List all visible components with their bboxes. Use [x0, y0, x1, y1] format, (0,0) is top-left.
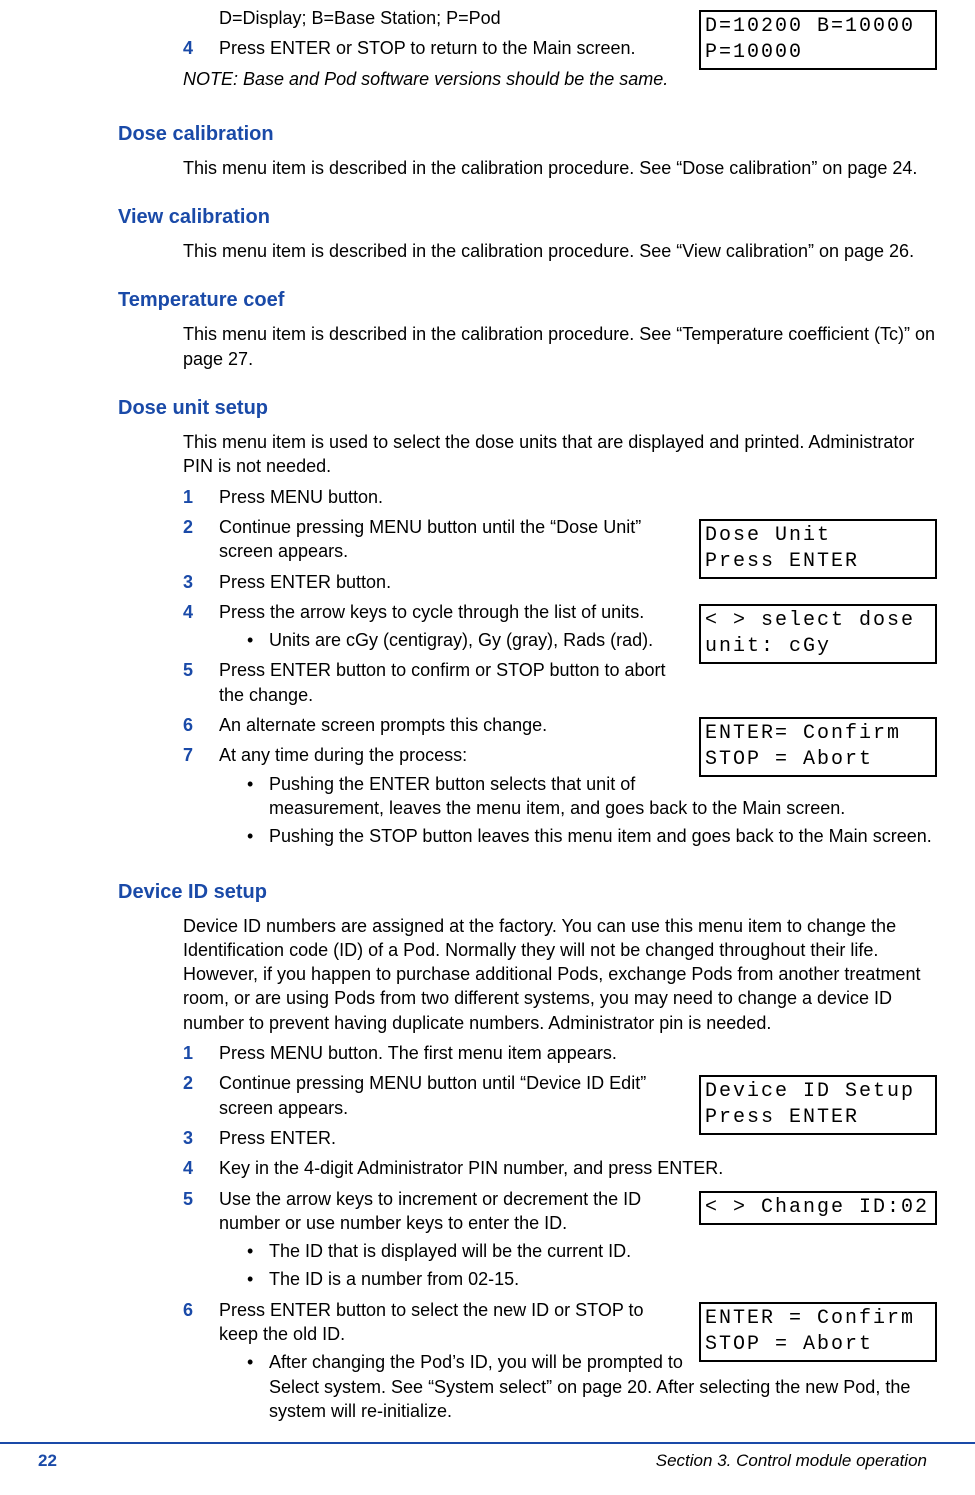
step-text: Key in the 4-digit Administrator PIN num… [219, 1158, 723, 1178]
body-text: This menu item is described in the calib… [183, 322, 937, 371]
note-text: NOTE: Base and Pod software versions sho… [183, 67, 937, 91]
step-text: At any time during the process: [219, 745, 467, 765]
step-text: Press ENTER button to confirm or STOP bu… [219, 660, 666, 704]
step-item: 4 Key in the 4-digit Administrator PIN nu… [183, 1156, 937, 1180]
heading-dose-unit-setup: Dose unit setup [118, 395, 937, 422]
step-number: 7 [183, 743, 193, 767]
page-number: 22 [38, 1450, 57, 1473]
step-number: 4 [183, 600, 193, 624]
step-item: 5 Press ENTER button to confirm or STOP b… [183, 658, 937, 707]
heading-dose-calibration: Dose calibration [118, 121, 937, 148]
step-text: Continue pressing MENU button until “Dev… [219, 1073, 646, 1117]
step-number: 6 [183, 1298, 193, 1322]
step-text: Press MENU button. The first menu item a… [219, 1043, 617, 1063]
step-number: 2 [183, 1071, 193, 1095]
heading-temperature-coef: Temperature coef [118, 287, 937, 314]
body-text: This menu item is described in the calib… [183, 239, 937, 263]
step-number: 4 [183, 36, 193, 60]
step-number: 4 [183, 1156, 193, 1180]
heading-view-calibration: View calibration [118, 204, 937, 231]
step-number: 5 [183, 1187, 193, 1211]
step-number: 3 [183, 1126, 193, 1150]
step-text: Press ENTER. [219, 1128, 336, 1148]
lcd-line: D=10200 B=10000 [705, 15, 915, 38]
step-number: 6 [183, 713, 193, 737]
step-item: 7 At any time during the process: Pushing… [183, 743, 937, 848]
step-text: Press ENTER or STOP to return to the Mai… [219, 38, 636, 58]
bullet-item: Pushing the STOP button leaves this menu… [247, 824, 937, 848]
step-number: 2 [183, 515, 193, 539]
step-text: Press the arrow keys to cycle through th… [219, 602, 644, 622]
body-text: This menu item is used to select the dos… [183, 430, 937, 479]
step-item: 2 Continue pressing MENU button until “De… [183, 1071, 937, 1120]
step-item: 2 Continue pressing MENU button until the… [183, 515, 937, 564]
step-item: 1 Press MENU button. The first menu item … [183, 1041, 937, 1065]
step-number: 1 [183, 1041, 193, 1065]
body-text: Device ID numbers are assigned at the fa… [183, 914, 937, 1035]
step-text: Press MENU button. [219, 487, 383, 507]
bullet-item: Pushing the ENTER button selects that un… [247, 772, 937, 821]
page-footer: 22 Section 3. Control module operation [0, 1442, 975, 1473]
step-item: 3 Press ENTER. [183, 1126, 937, 1150]
step-text: Continue pressing MENU button until the … [219, 517, 641, 561]
step-text: Use the arrow keys to increment or decre… [219, 1189, 641, 1233]
step-item: 4 Press the arrow keys to cycle through t… [183, 600, 937, 653]
bullet-item: After changing the Pod’s ID, you will be… [247, 1350, 937, 1423]
step-item: 4 Press ENTER or STOP to return to the Ma… [183, 36, 937, 60]
bullet-item: The ID is a number from 02-15. [247, 1267, 937, 1291]
bullet-item: Units are cGy (centigray), Gy (gray), Ra… [247, 628, 937, 652]
step-item: 5 Use the arrow keys to increment or decr… [183, 1187, 937, 1292]
step-text: An alternate screen prompts this change. [219, 715, 547, 735]
step-text: Press ENTER button to select the new ID … [219, 1300, 644, 1344]
bullet-item: The ID that is displayed will be the cur… [247, 1239, 937, 1263]
step-item: 3 Press ENTER button. [183, 570, 937, 594]
heading-device-id-setup: Device ID setup [118, 879, 937, 906]
step-text: Press ENTER button. [219, 572, 391, 592]
step-number: 3 [183, 570, 193, 594]
step-item: 6 An alternate screen prompts this change… [183, 713, 937, 737]
step-number: 1 [183, 485, 193, 509]
step-number: 5 [183, 658, 193, 682]
body-text: This menu item is described in the calib… [183, 156, 937, 180]
step-item: 6 Press ENTER button to select the new ID… [183, 1298, 937, 1423]
step-item: 1 Press MENU button. [183, 485, 937, 509]
section-label: Section 3. Control module operation [656, 1450, 927, 1473]
